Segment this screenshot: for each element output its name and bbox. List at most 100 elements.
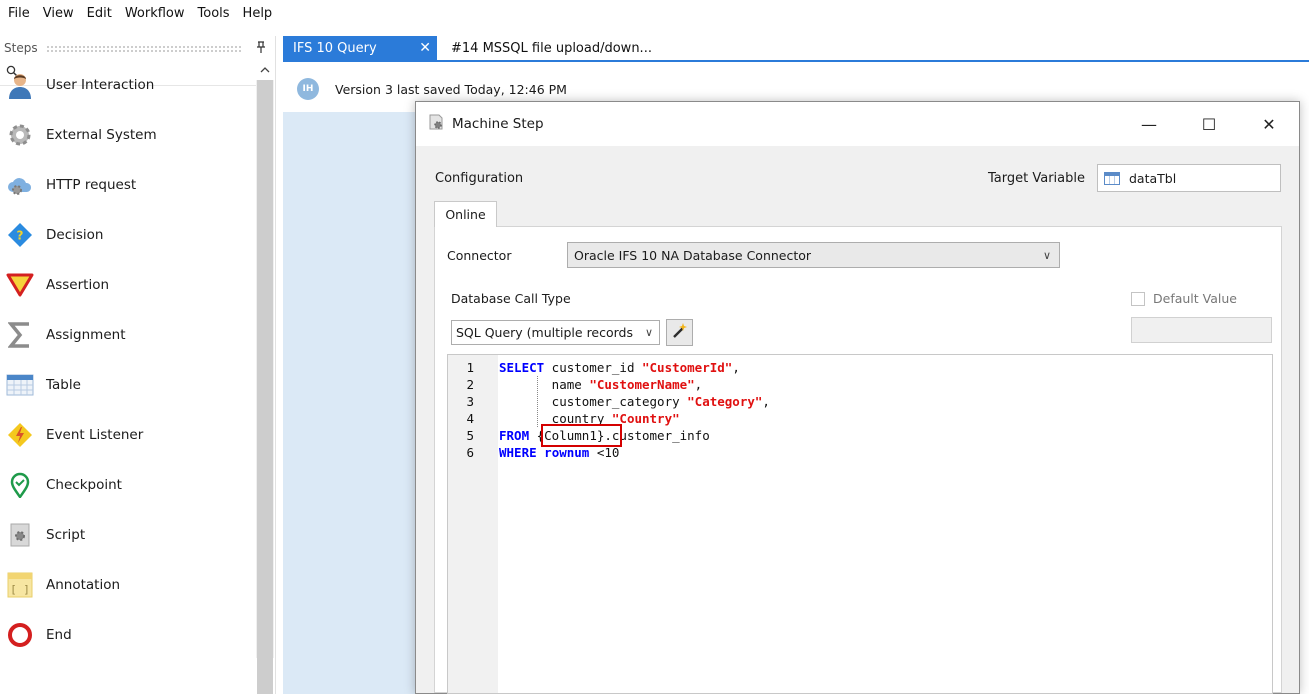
- online-tab-page: Connector Oracle IFS 10 NA Database Conn…: [434, 226, 1282, 694]
- pin-icon[interactable]: [253, 40, 269, 56]
- lightning-icon: [6, 421, 34, 449]
- menu-bar: File View Edit Workflow Tools Help: [0, 0, 1309, 27]
- sql-code-editor[interactable]: 1 2 3 4 5 6 SELECT customer_id "Customer…: [447, 354, 1273, 694]
- tab-label: #14 MSSQL file upload/down...: [451, 40, 652, 56]
- decision-diamond-icon: ?: [6, 221, 34, 249]
- dialog-titlebar[interactable]: Machine Step — ☐ ✕: [416, 102, 1299, 146]
- step-user-interaction[interactable]: User Interaction: [0, 60, 256, 110]
- step-label: Assertion: [46, 277, 110, 293]
- step-decision[interactable]: ? Decision: [0, 210, 256, 260]
- step-label: End: [46, 627, 72, 643]
- menu-file[interactable]: File: [4, 0, 39, 27]
- step-assertion[interactable]: Assertion: [0, 260, 256, 310]
- svg-text:?: ?: [17, 229, 24, 243]
- svg-text:[ ]: [ ]: [10, 583, 30, 596]
- scroll-up-icon[interactable]: [256, 60, 274, 80]
- checkbox-box[interactable]: [1131, 291, 1145, 306]
- step-assignment[interactable]: Assignment: [0, 310, 256, 360]
- assertion-triangle-icon: [6, 271, 34, 299]
- target-variable-value: dataTbl: [1129, 170, 1177, 186]
- workflow-canvas[interactable]: [283, 112, 417, 694]
- dialog-title: Machine Step: [452, 116, 544, 132]
- step-http-request[interactable]: HTTP request: [0, 160, 256, 210]
- step-label: Checkpoint: [46, 477, 122, 493]
- cloud-gear-icon: [6, 171, 34, 199]
- gear-icon: [6, 121, 34, 149]
- table-variable-icon: [1104, 171, 1120, 185]
- line-number: 1: [466, 360, 474, 375]
- step-label: Table: [46, 377, 81, 393]
- user-icon: [6, 71, 34, 99]
- target-variable-label: Target Variable: [988, 171, 1085, 186]
- step-checkpoint[interactable]: Checkpoint: [0, 460, 256, 510]
- connector-label: Connector: [447, 248, 512, 263]
- code-line-2: name "CustomerName",: [499, 377, 703, 392]
- configuration-label: Configuration: [435, 171, 524, 186]
- default-value-checkbox[interactable]: Default Value: [1131, 291, 1237, 306]
- step-label: Script: [46, 527, 86, 543]
- line-number: 2: [466, 377, 474, 392]
- step-table[interactable]: Table: [0, 360, 256, 410]
- steps-title: Steps: [4, 41, 38, 55]
- step-annotation[interactable]: [ ] Annotation: [0, 560, 256, 610]
- line-number: 3: [466, 394, 474, 409]
- magic-wand-icon: [671, 322, 689, 344]
- document-tabs: IFS 10 Query ✕ #14 MSSQL file upload/dow…: [283, 36, 1309, 62]
- default-value-label: Default Value: [1153, 291, 1237, 306]
- target-variable-field[interactable]: dataTbl: [1097, 164, 1281, 192]
- steps-header: Steps: [0, 36, 275, 60]
- avatar: IH: [297, 78, 319, 100]
- chevron-down-icon: ∨: [644, 326, 653, 339]
- script-icon: [6, 521, 34, 549]
- step-script[interactable]: Script: [0, 510, 256, 560]
- column-placeholder-highlight: [541, 424, 622, 447]
- version-info: IH Version 3 last saved Today, 12:46 PM: [297, 78, 567, 100]
- step-label: User Interaction: [46, 77, 155, 93]
- default-value-input: [1131, 317, 1272, 343]
- step-label: Assignment: [46, 327, 126, 343]
- close-button[interactable]: ✕: [1239, 102, 1299, 146]
- version-text: Version 3 last saved Today, 12:46 PM: [335, 81, 567, 97]
- line-number: 5: [466, 428, 474, 443]
- minimize-button[interactable]: —: [1119, 102, 1179, 146]
- steps-scrollbar-thumb[interactable]: [257, 80, 273, 694]
- sigma-icon: [6, 321, 34, 349]
- step-end[interactable]: End: [0, 610, 256, 660]
- chevron-down-icon: ∨: [1042, 248, 1051, 262]
- step-external-system[interactable]: External System: [0, 110, 256, 160]
- connector-select[interactable]: Oracle IFS 10 NA Database Connector ∨: [567, 242, 1060, 268]
- checkpoint-pin-icon: [6, 471, 34, 499]
- steps-list: User Interaction External System HTTP re…: [0, 60, 256, 660]
- code-line-1: SELECT customer_id "CustomerId",: [499, 360, 740, 375]
- database-call-type-select[interactable]: SQL Query (multiple records ∨: [451, 320, 660, 345]
- tab-label: IFS 10 Query: [293, 40, 377, 56]
- menu-workflow[interactable]: Workflow: [121, 0, 194, 27]
- close-tab-icon[interactable]: ✕: [419, 40, 431, 56]
- tab-online[interactable]: Online: [434, 201, 497, 227]
- menu-view[interactable]: View: [39, 0, 83, 27]
- query-builder-button[interactable]: [666, 319, 693, 346]
- panel-grip[interactable]: [45, 44, 241, 52]
- tab-ifs-10-query[interactable]: IFS 10 Query ✕: [283, 36, 437, 60]
- annotation-icon: [ ]: [6, 571, 34, 599]
- step-label: External System: [46, 127, 157, 143]
- tab-mssql-file-upload[interactable]: #14 MSSQL file upload/down...: [437, 36, 662, 60]
- step-label: HTTP request: [46, 177, 137, 193]
- menu-edit[interactable]: Edit: [83, 0, 121, 27]
- code-line-3: customer_category "Category",: [499, 394, 770, 409]
- table-icon: [6, 371, 34, 399]
- step-label: Annotation: [46, 577, 121, 593]
- menu-help[interactable]: Help: [239, 0, 282, 27]
- line-number: 4: [466, 411, 474, 426]
- step-label: Decision: [46, 227, 104, 243]
- maximize-button[interactable]: ☐: [1179, 102, 1239, 146]
- machine-step-dialog: Machine Step — ☐ ✕ Configuration Target …: [415, 101, 1300, 694]
- step-label: Event Listener: [46, 427, 144, 443]
- end-circle-icon: [6, 621, 34, 649]
- machine-step-icon: [428, 114, 444, 134]
- step-event-listener[interactable]: Event Listener: [0, 410, 256, 460]
- database-call-type-value: SQL Query (multiple records: [456, 325, 634, 340]
- connector-value: Oracle IFS 10 NA Database Connector: [574, 247, 812, 263]
- menu-tools[interactable]: Tools: [194, 0, 239, 27]
- database-call-type-label: Database Call Type: [451, 291, 571, 306]
